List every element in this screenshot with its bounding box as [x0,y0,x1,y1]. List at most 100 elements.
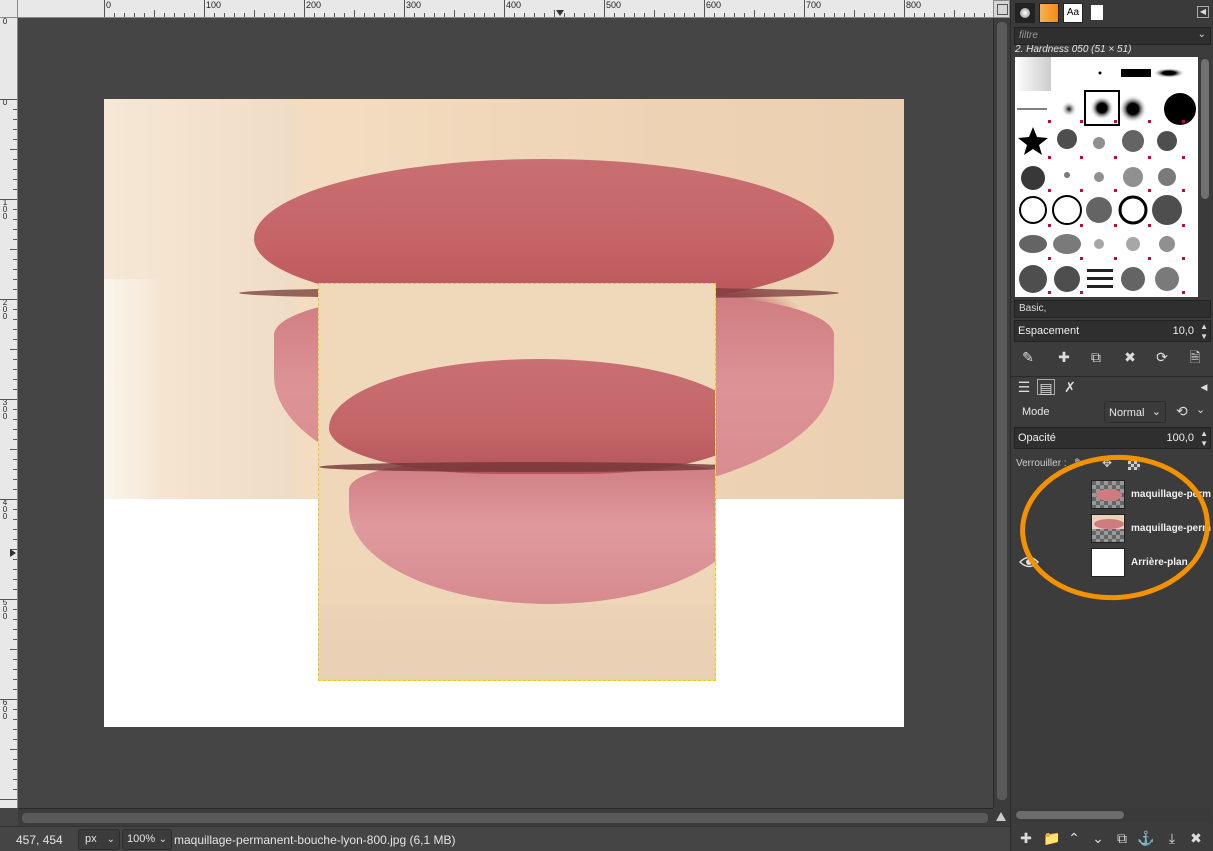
ruler-tick [13,559,17,560]
duplicate-brush-icon[interactable]: ⧉ [1087,349,1105,365]
lower-layer-icon[interactable]: ⌄ [1089,830,1107,846]
delete-layer-icon[interactable]: ✖ [1187,830,1205,846]
tab-fonts[interactable]: Aa [1063,3,1083,23]
layer-list[interactable]: maquillage-perm maquillage-perm Arrière-… [1011,478,1213,808]
ruler-tick [694,13,695,17]
horizontal-scrollbar[interactable] [18,808,993,826]
ruler-tick [274,13,275,17]
paths-tab-icon[interactable]: ✗ [1061,379,1079,395]
chevron-down-icon: ⌄ [1151,406,1161,418]
scroll-thumb[interactable] [1016,811,1124,819]
raise-layer-icon[interactable]: ⌃ [1065,830,1083,846]
ruler-tick [604,0,605,17]
ruler-tick [13,789,17,790]
refresh-brushes-icon[interactable]: ⟳ [1153,349,1171,365]
ruler-tick [524,13,525,17]
brush-grid[interactable] [1015,57,1198,297]
unit-select[interactable]: px ⌄ [78,829,120,850]
layer-name[interactable]: Arrière-plan [1131,557,1211,568]
layer-row[interactable]: Arrière-plan [1011,546,1213,579]
chevron-down-icon: ⌄ [106,834,115,845]
tab-brushes[interactable] [1015,3,1035,23]
scroll-thumb[interactable] [997,22,1007,800]
open-as-image-icon[interactable]: 🗎 [1186,349,1204,365]
layers-tab-icon[interactable]: ☰ [1015,379,1033,395]
tab-documents[interactable] [1087,3,1107,23]
scroll-thumb[interactable] [22,813,988,823]
chevron-down-icon[interactable]: ▼ [1200,332,1208,341]
ruler-tick [13,679,17,680]
ruler-tick [13,379,17,380]
chevron-down-icon[interactable]: ⌄ [1196,403,1205,416]
layer-row[interactable]: maquillage-perm [1011,512,1213,545]
ruler-tick [13,539,17,540]
layer-visibility-toggle[interactable] [1019,521,1039,535]
chevron-up-icon[interactable]: ▲ [1200,429,1208,438]
ruler-tick [13,639,17,640]
new-brush-icon[interactable]: ✚ [1055,349,1073,365]
new-layer-icon[interactable]: ✚ [1017,830,1035,846]
image-canvas-area[interactable]: 0 100 200 300 400 500 600 700 800 0 0 10… [0,0,1010,851]
ruler-tick [704,0,705,17]
duplicate-layer-icon[interactable]: ⧉ [1113,830,1131,846]
ruler-tick [214,13,215,17]
ruler-label: 600 [706,0,722,10]
layer-visibility-toggle[interactable] [1019,487,1039,501]
navigate-image-button[interactable] [993,0,1010,18]
vertical-scrollbar[interactable] [993,18,1010,808]
ruler-label: 200 [306,0,322,10]
ruler-tick [13,129,17,130]
lock-alpha-icon[interactable] [1128,458,1140,470]
chevron-down-icon[interactable]: ▼ [1200,439,1208,448]
layer-name[interactable]: maquillage-perm [1131,523,1211,534]
brush-scrollbar[interactable] [1199,57,1211,297]
layers-horizontal-scrollbar[interactable] [1014,808,1211,822]
ruler-tick [10,249,17,250]
brush-tag-input[interactable]: Basic, [1014,300,1211,318]
active-layer-image[interactable] [318,283,716,681]
delete-brush-icon[interactable]: ✖ [1121,349,1139,365]
anchor-layer-icon[interactable]: ⚓ [1137,830,1155,846]
lock-position-icon[interactable]: ✥ [1102,456,1112,470]
brush-filter-input[interactable]: filtre ⌄ [1014,27,1211,45]
ruler-tick [434,13,435,17]
tab-gradients[interactable] [1039,3,1059,23]
horizontal-ruler[interactable]: 0 100 200 300 400 500 600 700 800 [18,0,993,18]
reset-mode-icon[interactable]: ⟲ [1176,403,1188,420]
ruler-tick [13,489,17,490]
right-dock: Aa ◀ filtre ⌄ 2. Hardness 050 (51 × 51) [1010,0,1213,851]
brush-previews [1015,57,1196,294]
scroll-thumb[interactable] [1201,59,1209,199]
configure-tab-icon[interactable]: ◀ [1195,379,1213,395]
ruler-tick [794,13,795,17]
pointer-coordinates: 457, 454 [16,833,63,847]
spacing-spinner[interactable]: Espacement 10,0 ▲ ▼ [1014,320,1211,342]
layer-row[interactable]: maquillage-perm [1011,478,1213,511]
opacity-spinner[interactable]: Opacité 100,0 ▲ ▼ [1014,427,1211,449]
layer-mode-select[interactable]: Normal ⌄ [1104,401,1166,423]
ruler-tick [374,13,375,17]
ruler-tick [754,10,755,17]
ruler-tick [0,199,17,200]
unit-value: px [85,833,97,845]
ruler-tick [10,349,17,350]
lock-pixels-icon[interactable]: ✎ [1074,456,1084,470]
configure-tab-icon[interactable]: ◀ [1197,6,1209,18]
chevron-up-icon[interactable]: ▲ [1200,322,1208,331]
ruler-tick [584,13,585,17]
new-layer-group-icon[interactable]: 📁 [1043,830,1061,846]
chin-area [319,604,715,680]
ruler-tick [394,13,395,17]
zoom-follow-window-button[interactable] [993,808,1010,826]
edit-brush-icon[interactable]: ✎ [1019,349,1037,365]
zoom-select[interactable]: 100% ⌄ [122,829,172,850]
ruler-tick [534,13,535,17]
layer-name[interactable]: maquillage-perm [1131,489,1211,500]
eye-icon[interactable] [1019,555,1039,569]
ruler-tick [474,13,475,17]
ruler-tick [724,13,725,17]
vertical-ruler[interactable]: 0 0 100 200 300 400 500 600 [0,18,18,808]
ruler-tick [554,10,555,17]
merge-down-icon[interactable]: ⤓ [1163,830,1181,846]
channels-tab-icon[interactable]: ▤ [1037,379,1055,396]
